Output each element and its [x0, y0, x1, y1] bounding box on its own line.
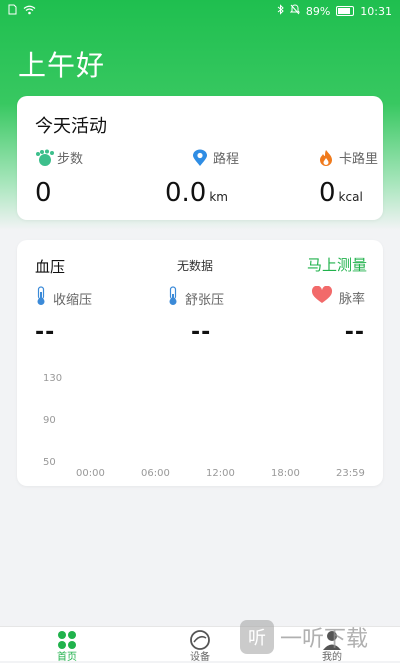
- device-ring-icon: [189, 629, 211, 651]
- x-tick-label: 18:00: [271, 468, 300, 479]
- blood-pressure-card[interactable]: 血压 无数据 马上测量 收缩压 舒张压 脉率 -- -- -- 130 90 5…: [17, 240, 383, 486]
- pulse-stat: 脉率: [311, 285, 365, 308]
- site-watermark: 听 一听下载: [240, 614, 400, 660]
- sim-icon: [8, 4, 17, 18]
- x-tick-label: 12:00: [206, 468, 235, 479]
- x-tick-label: 00:00: [76, 468, 105, 479]
- y-tick-label: 130: [43, 373, 63, 384]
- clock: 10:31: [360, 4, 392, 18]
- route-stat: 路程: [191, 148, 239, 167]
- calorie-unit: kcal: [338, 190, 363, 204]
- bp-no-data: 无数据: [177, 259, 214, 273]
- activity-title: 今天活动: [35, 116, 107, 137]
- tab-home-label: 首页: [57, 652, 77, 663]
- watermark-logo: 听: [240, 620, 274, 654]
- diastolic-value: --: [191, 320, 212, 345]
- wifi-icon: [23, 5, 36, 18]
- calorie-stat: 卡路里: [317, 148, 378, 167]
- battery-icon: [336, 6, 355, 16]
- pulse-label: 脉率: [338, 291, 365, 307]
- thermometer-icon: [167, 286, 179, 310]
- route-unit: km: [209, 190, 228, 204]
- battery-percent: 89%: [305, 4, 331, 18]
- bluetooth-icon: [277, 4, 284, 18]
- diastolic-label: 舒张压: [185, 292, 225, 308]
- bp-title: 血压: [35, 258, 66, 276]
- calorie-value: 0 kcal: [319, 178, 363, 208]
- greeting-title: 上午好: [18, 49, 106, 82]
- measure-now-button[interactable]: 马上测量: [307, 254, 367, 275]
- x-tick-label: 23:59: [336, 468, 365, 479]
- watermark-text: 一听下载: [280, 627, 369, 652]
- pulse-value: --: [344, 320, 365, 345]
- tab-device[interactable]: 设备: [170, 629, 230, 663]
- x-tick-label: 06:00: [141, 468, 170, 479]
- route-label: 路程: [213, 152, 240, 167]
- systolic-value: --: [35, 320, 56, 345]
- activity-card[interactable]: 今天活动 步数 路程 卡路里 0 0.0 km 0 kcal: [17, 96, 383, 220]
- tab-device-label: 设备: [190, 652, 210, 663]
- thermometer-icon: [35, 286, 47, 310]
- calorie-label: 卡路里: [339, 152, 379, 167]
- route-value: 0.0 km: [165, 178, 228, 208]
- tab-home[interactable]: 首页: [37, 629, 97, 663]
- systolic-label: 收缩压: [53, 292, 93, 308]
- footprint-icon: [35, 149, 54, 167]
- heart-icon: [311, 285, 333, 308]
- y-tick-label: 90: [43, 415, 56, 426]
- mute-icon: [289, 4, 301, 18]
- clover-icon: [56, 629, 78, 651]
- steps-stat: 步数: [35, 148, 83, 167]
- y-tick-label: 50: [43, 457, 56, 468]
- flame-icon: [317, 149, 335, 167]
- status-bar: 89% 10:31: [0, 0, 400, 22]
- location-pin-icon: [191, 149, 209, 167]
- diastolic-stat: 舒张压: [167, 286, 224, 310]
- steps-label: 步数: [57, 152, 84, 167]
- systolic-stat: 收缩压: [35, 286, 92, 310]
- steps-value: 0: [35, 178, 52, 208]
